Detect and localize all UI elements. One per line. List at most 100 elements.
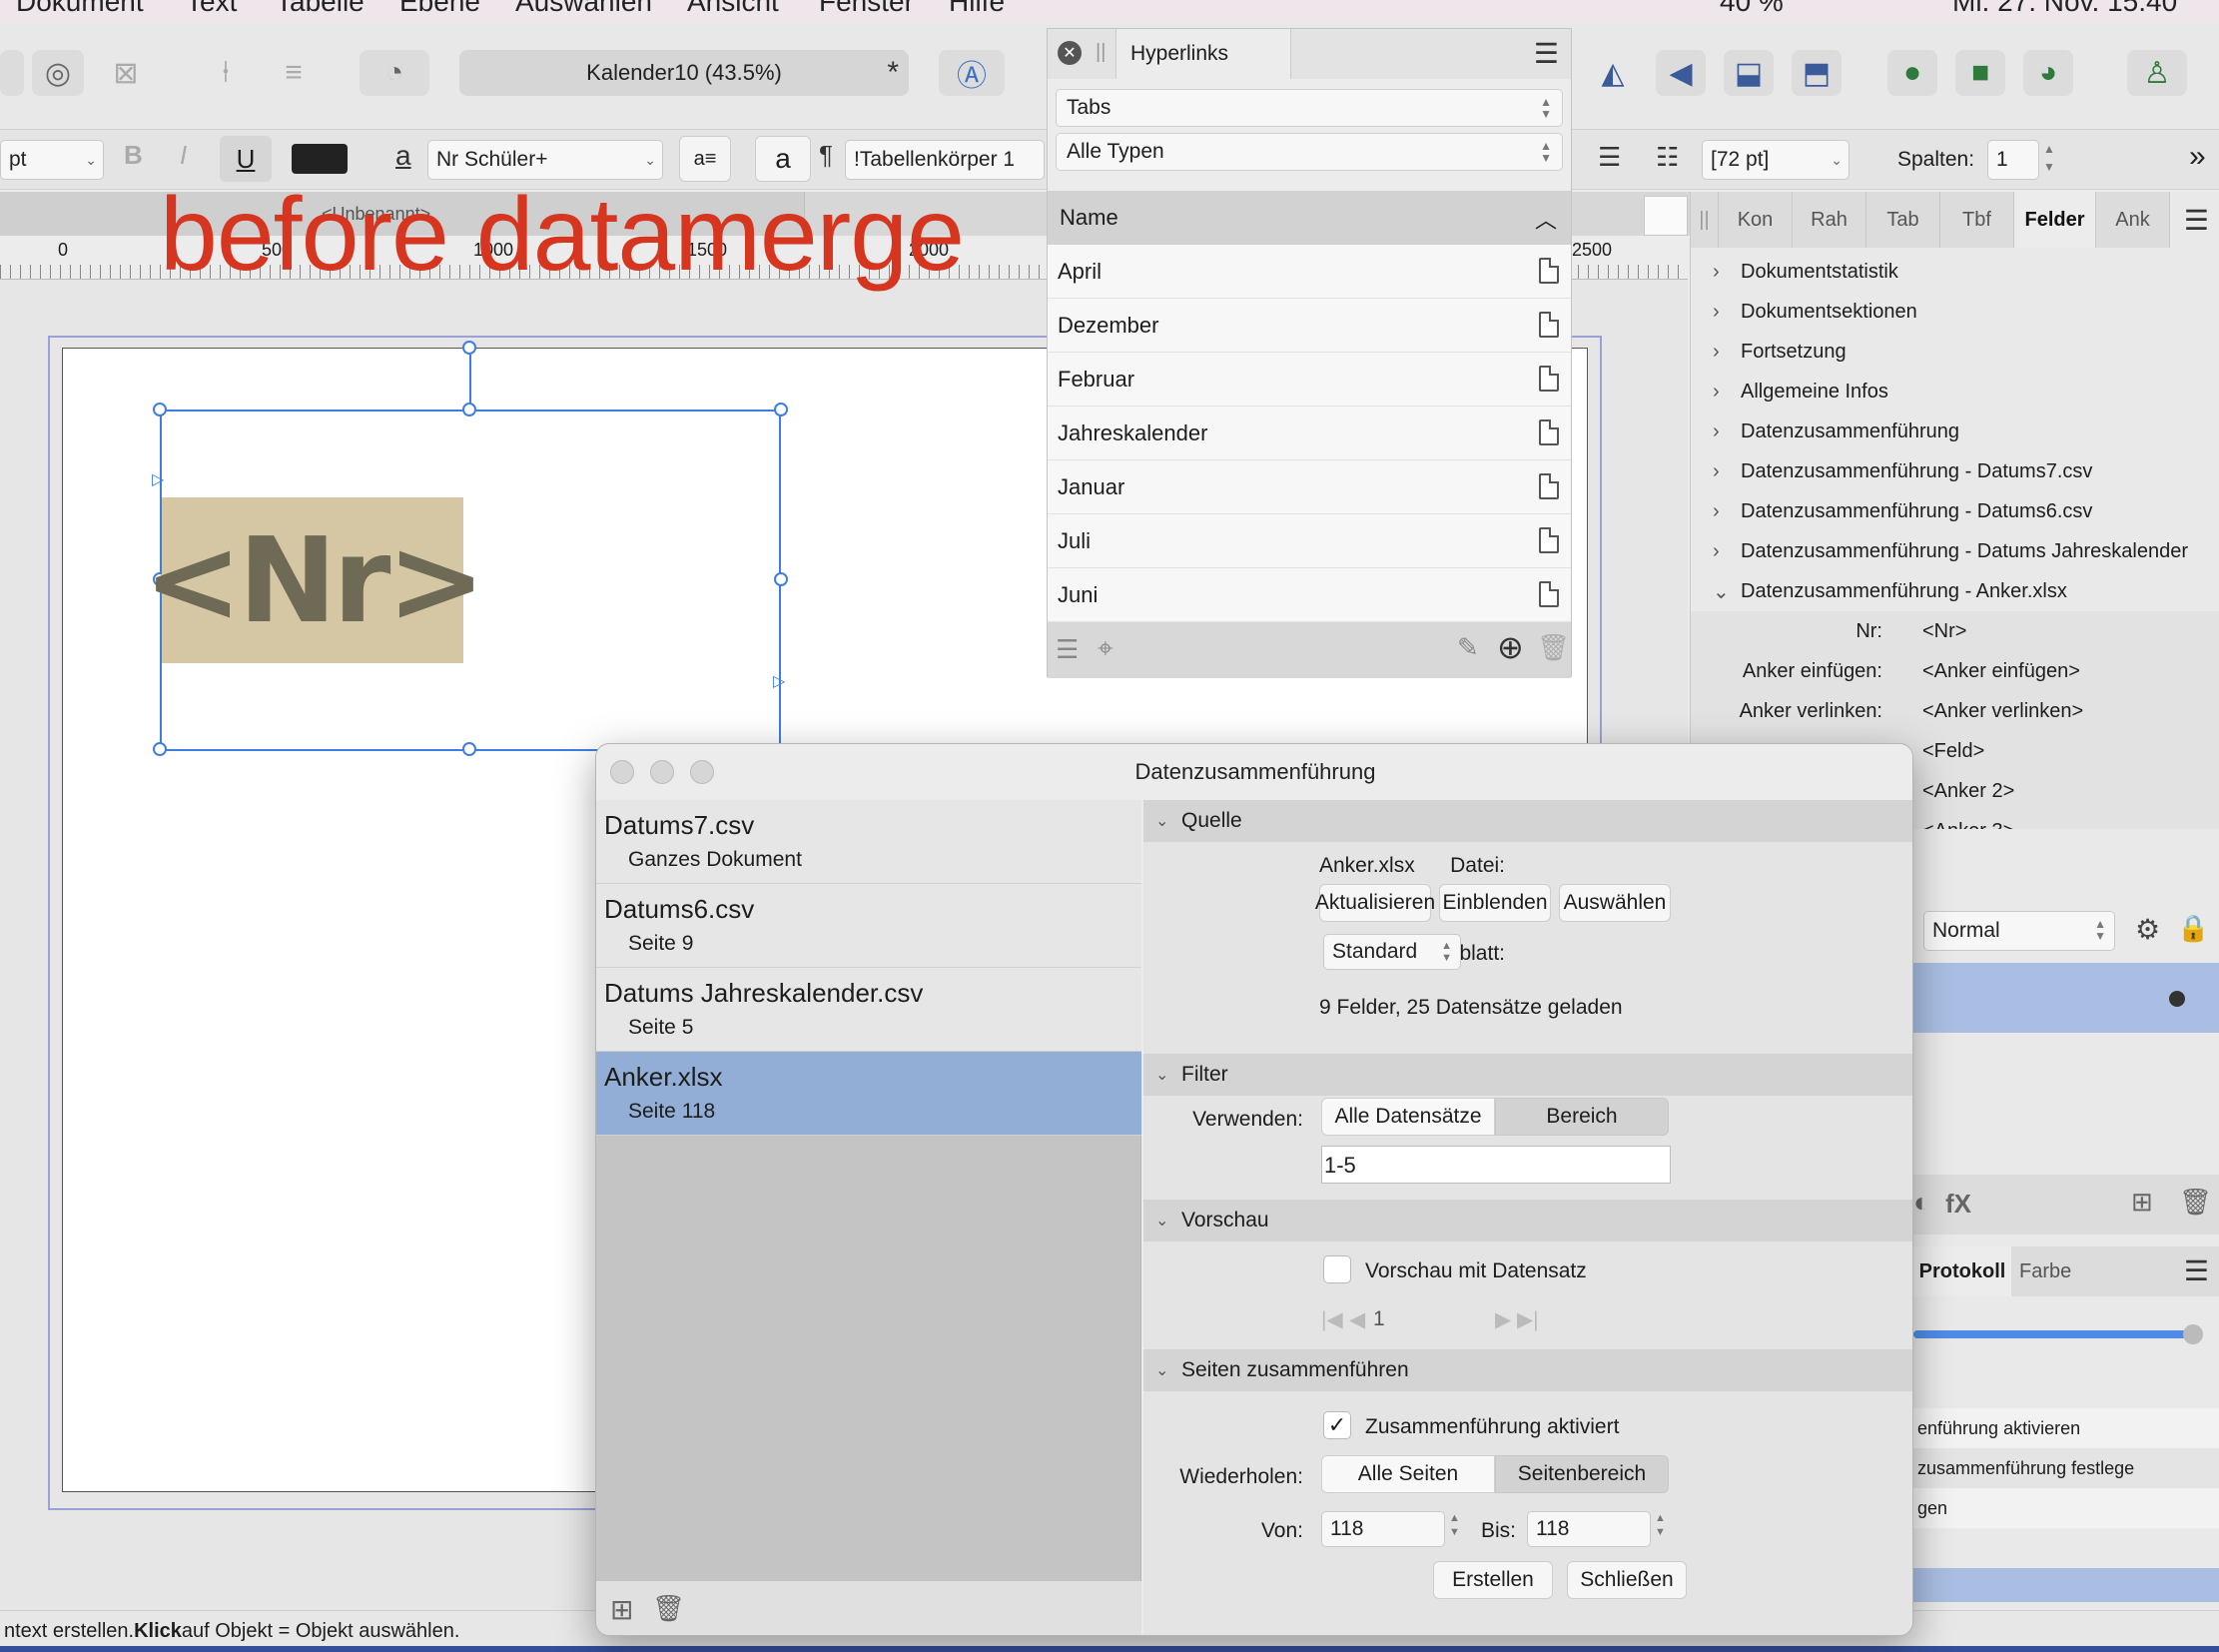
rotate-icon[interactable]: ⬓ [1724,50,1774,96]
close-button[interactable]: Schließen [1567,1561,1687,1599]
create-button[interactable]: Erstellen [1433,1561,1553,1599]
to-field[interactable]: 118 [1527,1511,1651,1547]
tree-item[interactable]: › Datenzusammenführung [1691,412,2219,451]
gear-icon[interactable]: ⚙ [2135,913,2160,946]
tree-item[interactable]: › Datenzusammenführung - Datums6.csv [1691,491,2219,531]
tab-ank[interactable]: Ank [2096,192,2170,248]
resize-handle-mr[interactable] [774,572,788,586]
from-stepper[interactable]: ▲ ▼ [1449,1511,1460,1539]
pin-icon[interactable]: ⍿ [200,50,252,96]
list-item[interactable]: April [1048,245,1571,299]
sheet-select[interactable]: Standard ▲ ▼ [1323,934,1461,970]
layer-visibility-dot[interactable] [2169,991,2185,1007]
numbered-list-icon[interactable]: ☷ [1656,142,1679,173]
boolean-intersect-icon[interactable]: ◕ [2023,50,2073,96]
menu-hilfe[interactable]: Hilfe [949,0,1005,18]
trash-icon[interactable]: 🗑 [1537,632,1570,663]
leading-field[interactable]: [72 pt] ⌄ [1702,140,1849,180]
drag-handle-icon[interactable]: || [1691,192,1719,248]
layer-row-selected[interactable] [1913,963,2219,1033]
list-item[interactable]: Februar [1048,353,1571,407]
lock-icon[interactable]: 🔒 [2177,913,2209,944]
section-filter[interactable]: ⌄ Filter [1143,1054,1912,1096]
resize-handle-bc[interactable] [462,742,476,756]
font-size-field[interactable]: pt ⌄ [0,140,104,180]
text-flow-in-icon[interactable]: ▷ [152,469,164,489]
menu-fenster[interactable]: Fenster [819,0,914,18]
list-item[interactable]: Januar [1048,460,1571,514]
list-item[interactable]: Dezember [1048,299,1571,353]
bold-button[interactable]: B [124,140,143,171]
boolean-add-icon[interactable]: ● [1887,50,1937,96]
preview-checkbox[interactable] [1323,1255,1351,1283]
frame-icon[interactable]: ⊠ [100,50,152,96]
menu-dokument[interactable]: Dokument [16,0,144,18]
preview-mode-icon[interactable]: ◔ [360,50,429,96]
history-row[interactable]: enführung aktivieren [1913,1408,2219,1448]
align-icon[interactable]: ≡ [268,50,320,96]
panel-menu-icon[interactable]: ☰ [1534,37,1559,70]
tab-kon[interactable]: Kon [1719,192,1793,248]
refresh-button[interactable]: Aktualisieren [1315,884,1435,922]
menu-text[interactable]: Text [186,0,237,18]
section-vorschau[interactable]: ⌄ Vorschau [1143,1200,1912,1241]
add-source-icon[interactable]: ⊞ [610,1593,633,1626]
new-layer-icon[interactable]: ⊞ [2131,1187,2153,1218]
paragraph-icon[interactable]: ¶ [819,140,833,171]
paragraph-style-field[interactable]: !Tabellenkörper 1 [845,140,1045,180]
wrap-icon[interactable]: ◎ [32,50,84,96]
section-seiten[interactable]: ⌄ Seiten zusammenführen [1143,1349,1912,1391]
tree-item-expanded[interactable]: ⌄ Datenzusammenführung - Anker.xlsx [1691,571,2219,611]
nr-field-placeholder[interactable]: <Nr> [144,497,485,663]
resize-handle-tr[interactable] [774,403,788,416]
filter-range[interactable]: Bereich [1495,1098,1669,1136]
edit-link-icon[interactable]: ✎ [1457,632,1479,663]
source-item[interactable]: Datums Jahreskalender.csv Seite 5 [596,968,1141,1052]
tree-item[interactable]: › Datenzusammenführung - Datums7.csv [1691,451,2219,491]
user-icon[interactable]: ♙ [2127,50,2187,96]
resize-handle-tl[interactable] [153,403,167,416]
repeat-page-range[interactable]: Seitenbereich [1495,1455,1669,1493]
list-options-icon[interactable]: ☰ [1056,634,1079,665]
resize-handle-tc[interactable] [462,403,476,416]
trash-icon[interactable]: 🗑 [2179,1187,2212,1218]
panel-menu-icon[interactable]: ☰ [2184,204,2209,237]
drag-handle-icon[interactable]: || [1096,41,1106,64]
add-icon[interactable]: ⊕ [1497,628,1524,666]
tree-item[interactable]: › Dokumentstatistik [1691,252,2219,292]
filter-all-records[interactable]: Alle Datensätze [1321,1098,1495,1136]
mask-icon[interactable]: ◐ [1913,1187,1930,1219]
last-record-icon[interactable]: ▶| [1517,1307,1539,1332]
choose-button[interactable]: Auswählen [1559,884,1671,922]
font-family-field[interactable]: Nr Schüler+ ⌄ [427,140,663,180]
toolbar-edge-button[interactable] [0,50,24,96]
list-item[interactable]: Juni [1048,568,1571,622]
crosshair-icon[interactable]: ⌖ [1098,632,1113,665]
list-item[interactable]: Juli [1048,514,1571,568]
columns-field[interactable]: 1 [1987,140,2039,180]
tab-farbe[interactable]: Farbe [2019,1260,2071,1283]
merge-enabled-checkbox[interactable]: ✓ [1323,1411,1351,1439]
tab-felder[interactable]: Felder [2014,192,2096,248]
rotate-handle[interactable] [462,341,476,355]
sort-chevron-up-icon[interactable]: ︿ [1535,203,1557,235]
tab-rah[interactable]: Rah [1793,192,1866,248]
source-item-selected[interactable]: Anker.xlsx Seite 118 [596,1052,1141,1136]
history-slider-track[interactable] [1913,1330,2193,1338]
history-slider-thumb[interactable] [2183,1324,2203,1344]
resize-handle-bl[interactable] [153,742,167,756]
show-button[interactable]: Einblenden [1439,884,1551,922]
arrange-icon[interactable]: ⬒ [1792,50,1842,96]
source-item[interactable]: Datums7.csv Ganzes Dokument [596,800,1141,884]
to-stepper[interactable]: ▲ ▼ [1655,1511,1666,1539]
field-row[interactable]: Anker verlinken: <Anker verlinken> [1691,691,2219,731]
text-color-swatch[interactable] [292,144,348,174]
menu-ansicht[interactable]: Ansicht [687,0,779,18]
section-quelle[interactable]: ⌄ Quelle [1143,800,1912,842]
repeat-all-pages[interactable]: Alle Seiten [1321,1455,1495,1493]
list-item[interactable]: Jahreskalender [1048,407,1571,460]
hyperlinks-scope-select[interactable]: Tabs ▲ ▼ [1056,89,1563,127]
field-row[interactable]: Nr: <Nr> [1691,611,2219,651]
boolean-subtract-icon[interactable]: ■ [1955,50,2005,96]
trash-icon[interactable]: 🗑 [652,1593,685,1624]
